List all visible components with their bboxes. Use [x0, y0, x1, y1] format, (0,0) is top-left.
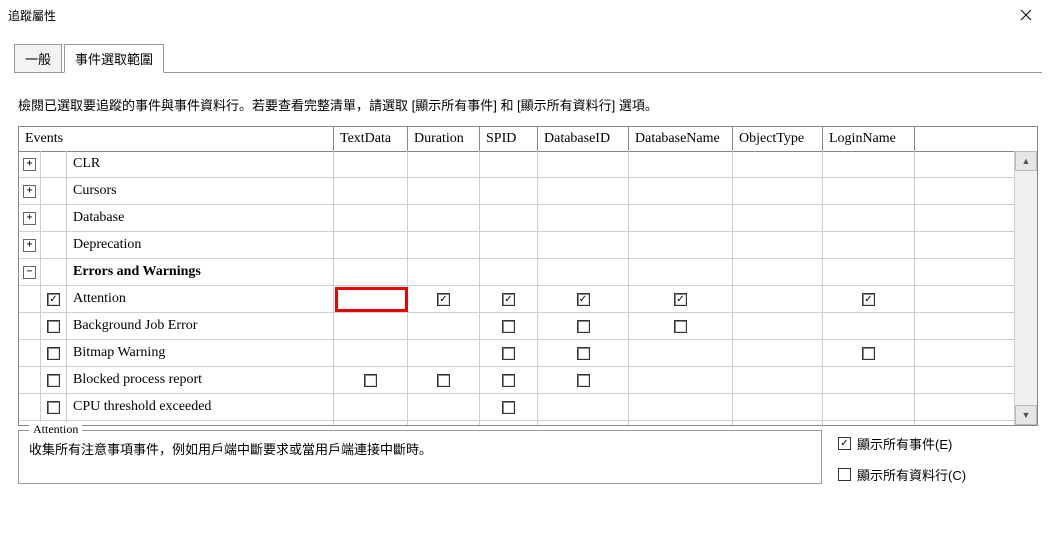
expander-database[interactable]: + — [23, 212, 36, 225]
close-icon — [1020, 9, 1032, 21]
col-header-events[interactable]: Events — [19, 127, 334, 151]
show-all-columns-label: 顯示所有資料行(C) — [857, 465, 966, 484]
category-row: + CLR — [19, 151, 1015, 178]
event-checkbox[interactable] — [47, 401, 60, 414]
category-label[interactable]: Deprecation — [67, 232, 334, 258]
expander-cursors[interactable]: + — [23, 185, 36, 198]
event-row-attention: Attention — [19, 286, 1015, 313]
event-row: Bitmap Warning — [19, 340, 1015, 367]
event-row: Blocked process report — [19, 367, 1015, 394]
col-header-textdata[interactable]: TextData — [334, 127, 408, 151]
scroll-down-button[interactable]: ▼ — [1015, 405, 1037, 425]
event-row: Background Job Error — [19, 313, 1015, 340]
cell-checkbox[interactable] — [577, 347, 590, 360]
category-row: + Cursors — [19, 178, 1015, 205]
category-label[interactable]: Database — [67, 205, 334, 231]
description-title: Attention — [29, 422, 82, 437]
cell-checkbox[interactable] — [364, 374, 377, 387]
description-text: 收集所有注意事項事件，例如用戶端中斷要求或當用戶端連接中斷時。 — [29, 439, 811, 458]
cell-checkbox[interactable] — [437, 374, 450, 387]
event-label[interactable]: Background Job Error — [67, 313, 334, 339]
show-all-events-checkbox[interactable] — [838, 437, 851, 450]
tab-events-selection[interactable]: 事件選取範圍 — [64, 44, 164, 73]
events-grid: Events TextData Duration SPID DatabaseID… — [18, 126, 1038, 426]
category-label[interactable]: Errors and Warnings — [67, 259, 334, 285]
tab-strip: 一般 事件選取範圍 — [14, 44, 1042, 73]
expander-deprecation[interactable]: + — [23, 239, 36, 252]
col-header-loginname[interactable]: LoginName — [823, 127, 915, 151]
event-label[interactable]: Bitmap Warning — [67, 340, 334, 366]
grid-header: Events TextData Duration SPID DatabaseID… — [19, 127, 1037, 152]
col-header-objecttype[interactable]: ObjectType — [733, 127, 823, 151]
instructions-text: 檢閱已選取要追蹤的事件與事件資料行。若要查看完整清單，請選取 [顯示所有事件] … — [18, 95, 1038, 114]
expander-clr[interactable]: + — [23, 158, 36, 171]
category-row: − Errors and Warnings — [19, 259, 1015, 286]
event-label[interactable]: Database Suspect Data Page — [67, 421, 334, 425]
cell-checkbox[interactable] — [577, 374, 590, 387]
event-label[interactable]: CPU threshold exceeded — [67, 394, 334, 420]
cell-checkbox[interactable] — [437, 293, 450, 306]
event-label[interactable]: Attention — [67, 286, 334, 312]
close-button[interactable] — [1004, 1, 1048, 29]
tab-general[interactable]: 一般 — [14, 44, 62, 73]
titlebar: 追蹤屬性 — [0, 0, 1056, 30]
highlight-rectangle — [335, 287, 408, 312]
event-label[interactable]: Blocked process report — [67, 367, 334, 393]
expander-errors-warnings[interactable]: − — [23, 266, 36, 279]
event-checkbox-attention[interactable] — [47, 293, 60, 306]
cell-checkbox[interactable] — [862, 347, 875, 360]
col-header-duration[interactable]: Duration — [408, 127, 480, 151]
cell-checkbox[interactable] — [577, 293, 590, 306]
category-row: + Database — [19, 205, 1015, 232]
col-header-spid[interactable]: SPID — [480, 127, 538, 151]
cell-checkbox[interactable] — [502, 374, 515, 387]
col-header-databasename[interactable]: DatabaseName — [629, 127, 733, 151]
cell-checkbox[interactable] — [862, 293, 875, 306]
show-all-columns-checkbox[interactable] — [838, 468, 851, 481]
category-label[interactable]: CLR — [67, 151, 334, 177]
cell-checkbox[interactable] — [502, 320, 515, 333]
show-all-events-label: 顯示所有事件(E) — [857, 434, 952, 453]
event-row: Database Suspect Data Page — [19, 421, 1015, 425]
cell-checkbox[interactable] — [674, 320, 687, 333]
vertical-scrollbar[interactable]: ▲ ▼ — [1014, 151, 1037, 425]
cell-checkbox[interactable] — [502, 401, 515, 414]
description-group: Attention 收集所有注意事項事件，例如用戶端中斷要求或當用戶端連接中斷時… — [18, 430, 822, 484]
cell-checkbox[interactable] — [577, 320, 590, 333]
window-title: 追蹤屬性 — [8, 7, 56, 24]
category-label[interactable]: Cursors — [67, 178, 334, 204]
event-checkbox[interactable] — [47, 374, 60, 387]
event-checkbox[interactable] — [47, 320, 60, 333]
cell-checkbox[interactable] — [502, 347, 515, 360]
category-row: + Deprecation — [19, 232, 1015, 259]
cell-checkbox[interactable] — [502, 293, 515, 306]
event-row: CPU threshold exceeded — [19, 394, 1015, 421]
col-header-databaseid[interactable]: DatabaseID — [538, 127, 629, 151]
event-checkbox[interactable] — [47, 347, 60, 360]
cell-checkbox[interactable] — [674, 293, 687, 306]
scroll-up-button[interactable]: ▲ — [1015, 151, 1037, 171]
